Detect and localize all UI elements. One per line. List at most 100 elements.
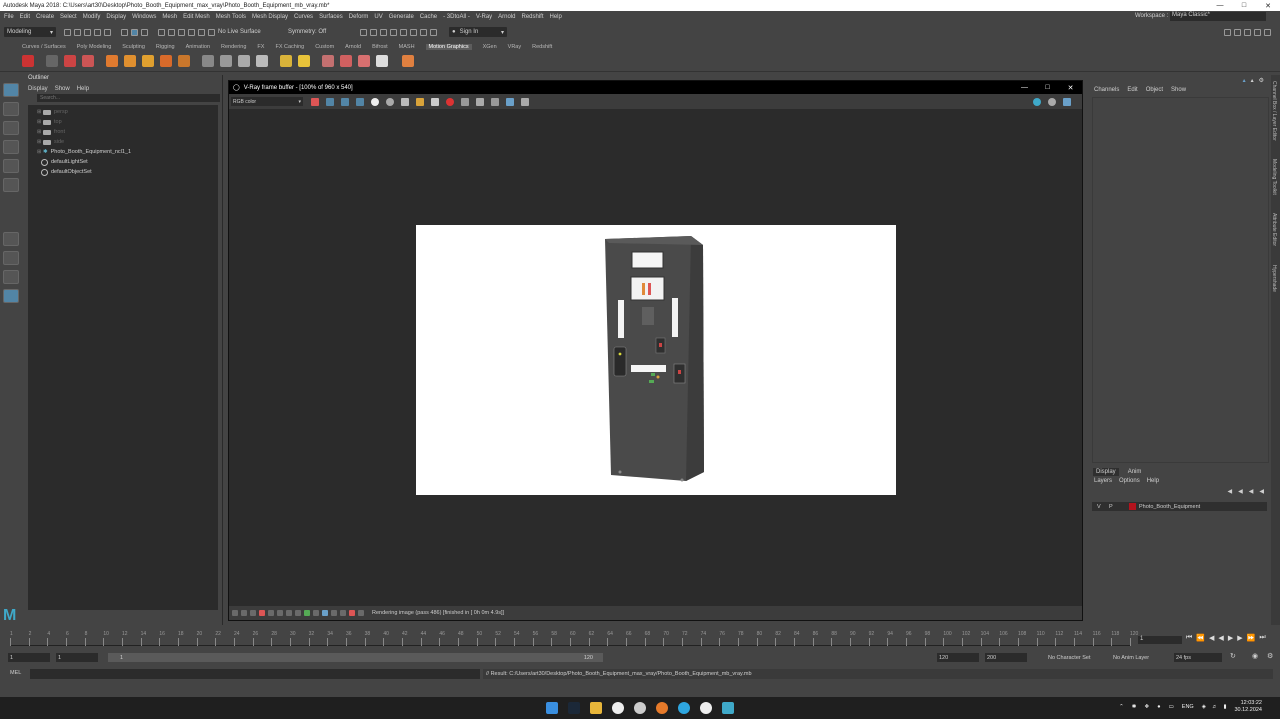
menu-item[interactable]: File <box>4 14 14 20</box>
spline-icon[interactable] <box>202 55 214 67</box>
svg-icon[interactable] <box>160 55 172 67</box>
hypershade-icon[interactable] <box>400 28 407 36</box>
menu-item[interactable]: Select <box>60 14 77 20</box>
unreal-icon[interactable] <box>612 702 624 714</box>
channelbox-menu-item[interactable]: Channels <box>1094 87 1119 93</box>
render-current-icon[interactable] <box>370 28 377 36</box>
twist-icon[interactable] <box>220 55 232 67</box>
menu-item[interactable]: Generate <box>389 14 414 20</box>
new-layer-selected-icon[interactable]: ◀ <box>1259 488 1264 495</box>
minimize-icon[interactable]: — <box>1208 2 1232 10</box>
move-layer-up-icon[interactable]: ◀ <box>1228 488 1233 495</box>
list-icon[interactable] <box>46 55 58 67</box>
render-settings-icon[interactable] <box>390 28 397 36</box>
snap-live-icon[interactable] <box>208 28 215 36</box>
maximize-icon[interactable]: □ <box>1036 84 1059 92</box>
snap-curve-icon[interactable] <box>168 28 175 36</box>
open-scene-icon[interactable] <box>74 28 81 36</box>
background-icon[interactable] <box>268 610 274 616</box>
shirt-icon[interactable] <box>340 55 352 67</box>
menu-item[interactable]: UV <box>374 14 382 20</box>
stop-render-icon[interactable] <box>446 97 454 106</box>
plus-icon[interactable] <box>402 55 414 67</box>
ocio-icon[interactable] <box>286 610 292 616</box>
step-forward-icon[interactable]: ▶ <box>1237 634 1242 642</box>
sun-icon[interactable] <box>298 55 310 67</box>
play-back-icon[interactable]: ◀ <box>1218 634 1223 642</box>
tab-display[interactable]: Display <box>1093 468 1119 476</box>
region-render-icon[interactable] <box>476 97 484 106</box>
shelf-tab[interactable]: Sculpting <box>122 44 145 50</box>
redo-icon[interactable] <box>104 28 111 36</box>
shelf-tab[interactable]: VRay <box>508 44 521 50</box>
side-tab[interactable]: Channel Box / Layer Editor <box>1271 81 1277 141</box>
snap-plane-icon[interactable] <box>188 28 195 36</box>
outliner-item[interactable]: ⊞ front <box>28 127 218 137</box>
move-layer-down-icon[interactable]: ◀ <box>1238 488 1243 495</box>
alpha-icon[interactable] <box>371 97 379 106</box>
ipr-render-icon[interactable] <box>380 28 387 36</box>
shelf-tab[interactable]: MASH <box>399 44 415 50</box>
loop-icon[interactable]: ↻ <box>1230 652 1236 660</box>
snap-grid-icon[interactable] <box>158 28 165 36</box>
step-back-key-icon[interactable]: ⏪ <box>1196 634 1205 642</box>
menu-item[interactable]: Mesh <box>162 14 177 20</box>
save-scene-icon[interactable] <box>84 28 91 36</box>
shelf-tab[interactable]: Rendering <box>221 44 246 50</box>
menu-item[interactable]: Surfaces <box>319 14 343 20</box>
shelf-tab[interactable]: FX Caching <box>275 44 304 50</box>
shelf-tab[interactable]: Rigging <box>156 44 175 50</box>
gear-icon[interactable] <box>322 55 334 67</box>
curve-icon[interactable] <box>124 55 136 67</box>
mode-dropdown[interactable]: Modeling ▾ <box>4 27 56 37</box>
steam-icon[interactable] <box>568 702 580 714</box>
anim-layer-dropdown[interactable]: No Anim Layer <box>1111 653 1169 662</box>
layer-color-swatch[interactable] <box>1129 503 1136 510</box>
sphere-icon[interactable] <box>106 55 118 67</box>
tool-settings-icon[interactable] <box>1254 28 1261 36</box>
layer-playback-toggle[interactable]: P <box>1109 504 1129 510</box>
character-controls-icon[interactable] <box>1234 28 1241 36</box>
lasso-tool-icon[interactable] <box>3 102 19 116</box>
step-forward-key-icon[interactable]: ⏩ <box>1247 634 1256 642</box>
shelf-tab[interactable]: XGen <box>483 44 497 50</box>
test-resolution-icon[interactable] <box>349 610 355 616</box>
menu-item[interactable]: Deform <box>349 14 369 20</box>
compare-icon[interactable] <box>304 610 310 616</box>
select-component-icon[interactable] <box>141 28 148 36</box>
channelbox-menu-item[interactable]: Edit <box>1127 87 1137 93</box>
render-icon[interactable] <box>1048 97 1056 106</box>
wifi-icon[interactable]: ◈ <box>1202 704 1206 710</box>
srgb-icon[interactable] <box>295 610 301 616</box>
outliner-item[interactable]: defaultLightSet <box>28 157 218 167</box>
light-icon[interactable] <box>280 55 292 67</box>
range-bar[interactable]: 1 120 <box>108 653 603 662</box>
save-image-icon[interactable] <box>401 97 409 106</box>
load-image-icon[interactable] <box>416 97 424 106</box>
menu-item[interactable]: Cache <box>420 14 437 20</box>
lens-effects-icon[interactable] <box>521 97 529 106</box>
menu-item[interactable]: Redshift <box>522 14 544 20</box>
exposure-icon[interactable] <box>241 610 247 616</box>
color-correction-icon[interactable] <box>232 610 238 616</box>
workspace-dropdown[interactable]: Maya Classic* <box>1170 12 1266 21</box>
current-frame-field[interactable]: 1 <box>1138 636 1182 644</box>
tab-anim[interactable]: Anim <box>1125 468 1145 476</box>
link-icon[interactable] <box>491 97 499 106</box>
move-tool-icon[interactable] <box>3 140 19 154</box>
new-scene-icon[interactable] <box>64 28 71 36</box>
red-channel-icon[interactable] <box>326 97 334 106</box>
outliner-item[interactable]: ⊞ top <box>28 117 218 127</box>
particle-icon[interactable] <box>376 55 388 67</box>
menu-item[interactable]: Edit Mesh <box>183 14 210 20</box>
shelf-tab[interactable]: FX <box>257 44 264 50</box>
side-tab[interactable]: Attribute Editor <box>1271 213 1277 246</box>
step-back-icon[interactable]: ◀ <box>1209 634 1214 642</box>
text-icon[interactable] <box>64 55 76 67</box>
side-tab[interactable]: Modeling Toolkit <box>1271 159 1277 195</box>
menu-item[interactable]: Modify <box>83 14 101 20</box>
maya-taskbar-icon[interactable] <box>722 702 734 714</box>
select-tool-icon[interactable] <box>3 83 19 97</box>
render-history-icon[interactable] <box>360 28 367 36</box>
menu-item[interactable]: Help <box>550 14 562 20</box>
